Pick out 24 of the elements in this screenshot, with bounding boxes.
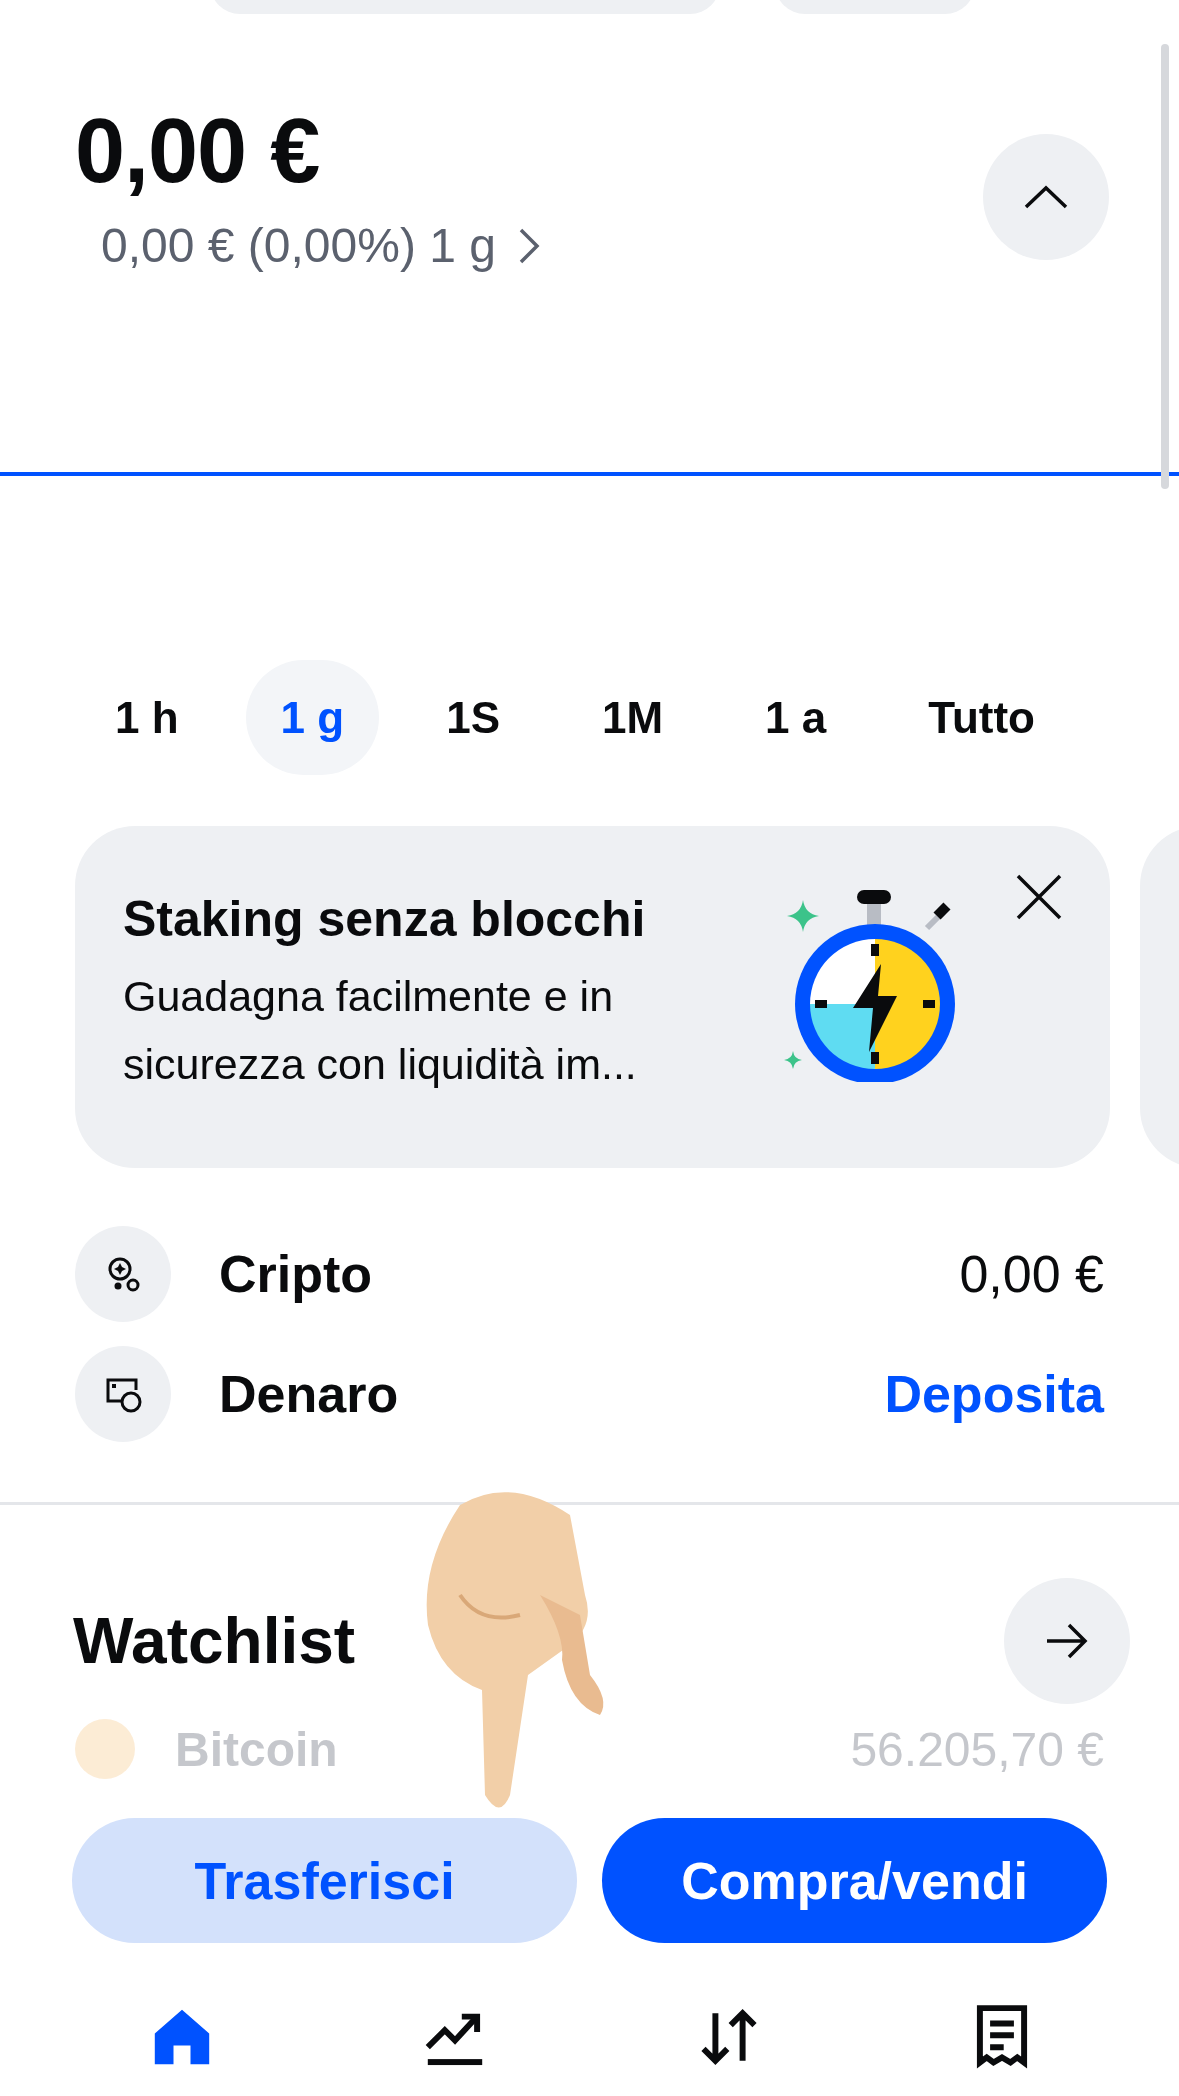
coin-name: Bitcoin bbox=[175, 1721, 339, 1777]
time-range-tab[interactable]: 1 h bbox=[80, 660, 214, 775]
time-range-tab[interactable]: 1S bbox=[411, 660, 535, 775]
transfer-button[interactable]: Trasferisci bbox=[72, 1818, 577, 1943]
balance-change: 0,00 € (0,00%) 1 g bbox=[101, 218, 496, 273]
buy-sell-button[interactable]: Compra/vendi bbox=[602, 1818, 1107, 1943]
promo-title: Staking senza blocchi bbox=[123, 890, 647, 948]
balance-amount: 0,00 € bbox=[75, 106, 320, 196]
time-range-tab[interactable]: 1M bbox=[567, 660, 699, 775]
coin-icon bbox=[75, 1719, 135, 1779]
promo-body: Guadagna facilmente e in sicurezza con liquidità im... bbox=[123, 971, 638, 1090]
coin-price: 56.205,70 € bbox=[850, 1721, 1104, 1777]
chevron-right-icon[interactable] bbox=[517, 226, 540, 265]
account-value: 0,00 € bbox=[959, 1244, 1104, 1304]
chevron-up-icon bbox=[1024, 185, 1068, 209]
account-label: Denaro bbox=[219, 1364, 400, 1424]
account-label: Cripto bbox=[219, 1244, 374, 1304]
time-range-tab[interactable]: 1 g bbox=[245, 660, 380, 775]
arrow-right-icon bbox=[1045, 1623, 1089, 1659]
section-title: Watchlist bbox=[73, 1604, 357, 1678]
time-range-tab[interactable]: Tutto bbox=[893, 660, 1070, 775]
time-range-tab[interactable]: 1 a bbox=[730, 660, 862, 775]
deposit-link[interactable]: Deposita bbox=[884, 1364, 1104, 1424]
promo-card[interactable]: Staking senza blocchi Guadagna facilmente e in sicurezza con liquidità im... bbox=[75, 826, 1110, 1168]
